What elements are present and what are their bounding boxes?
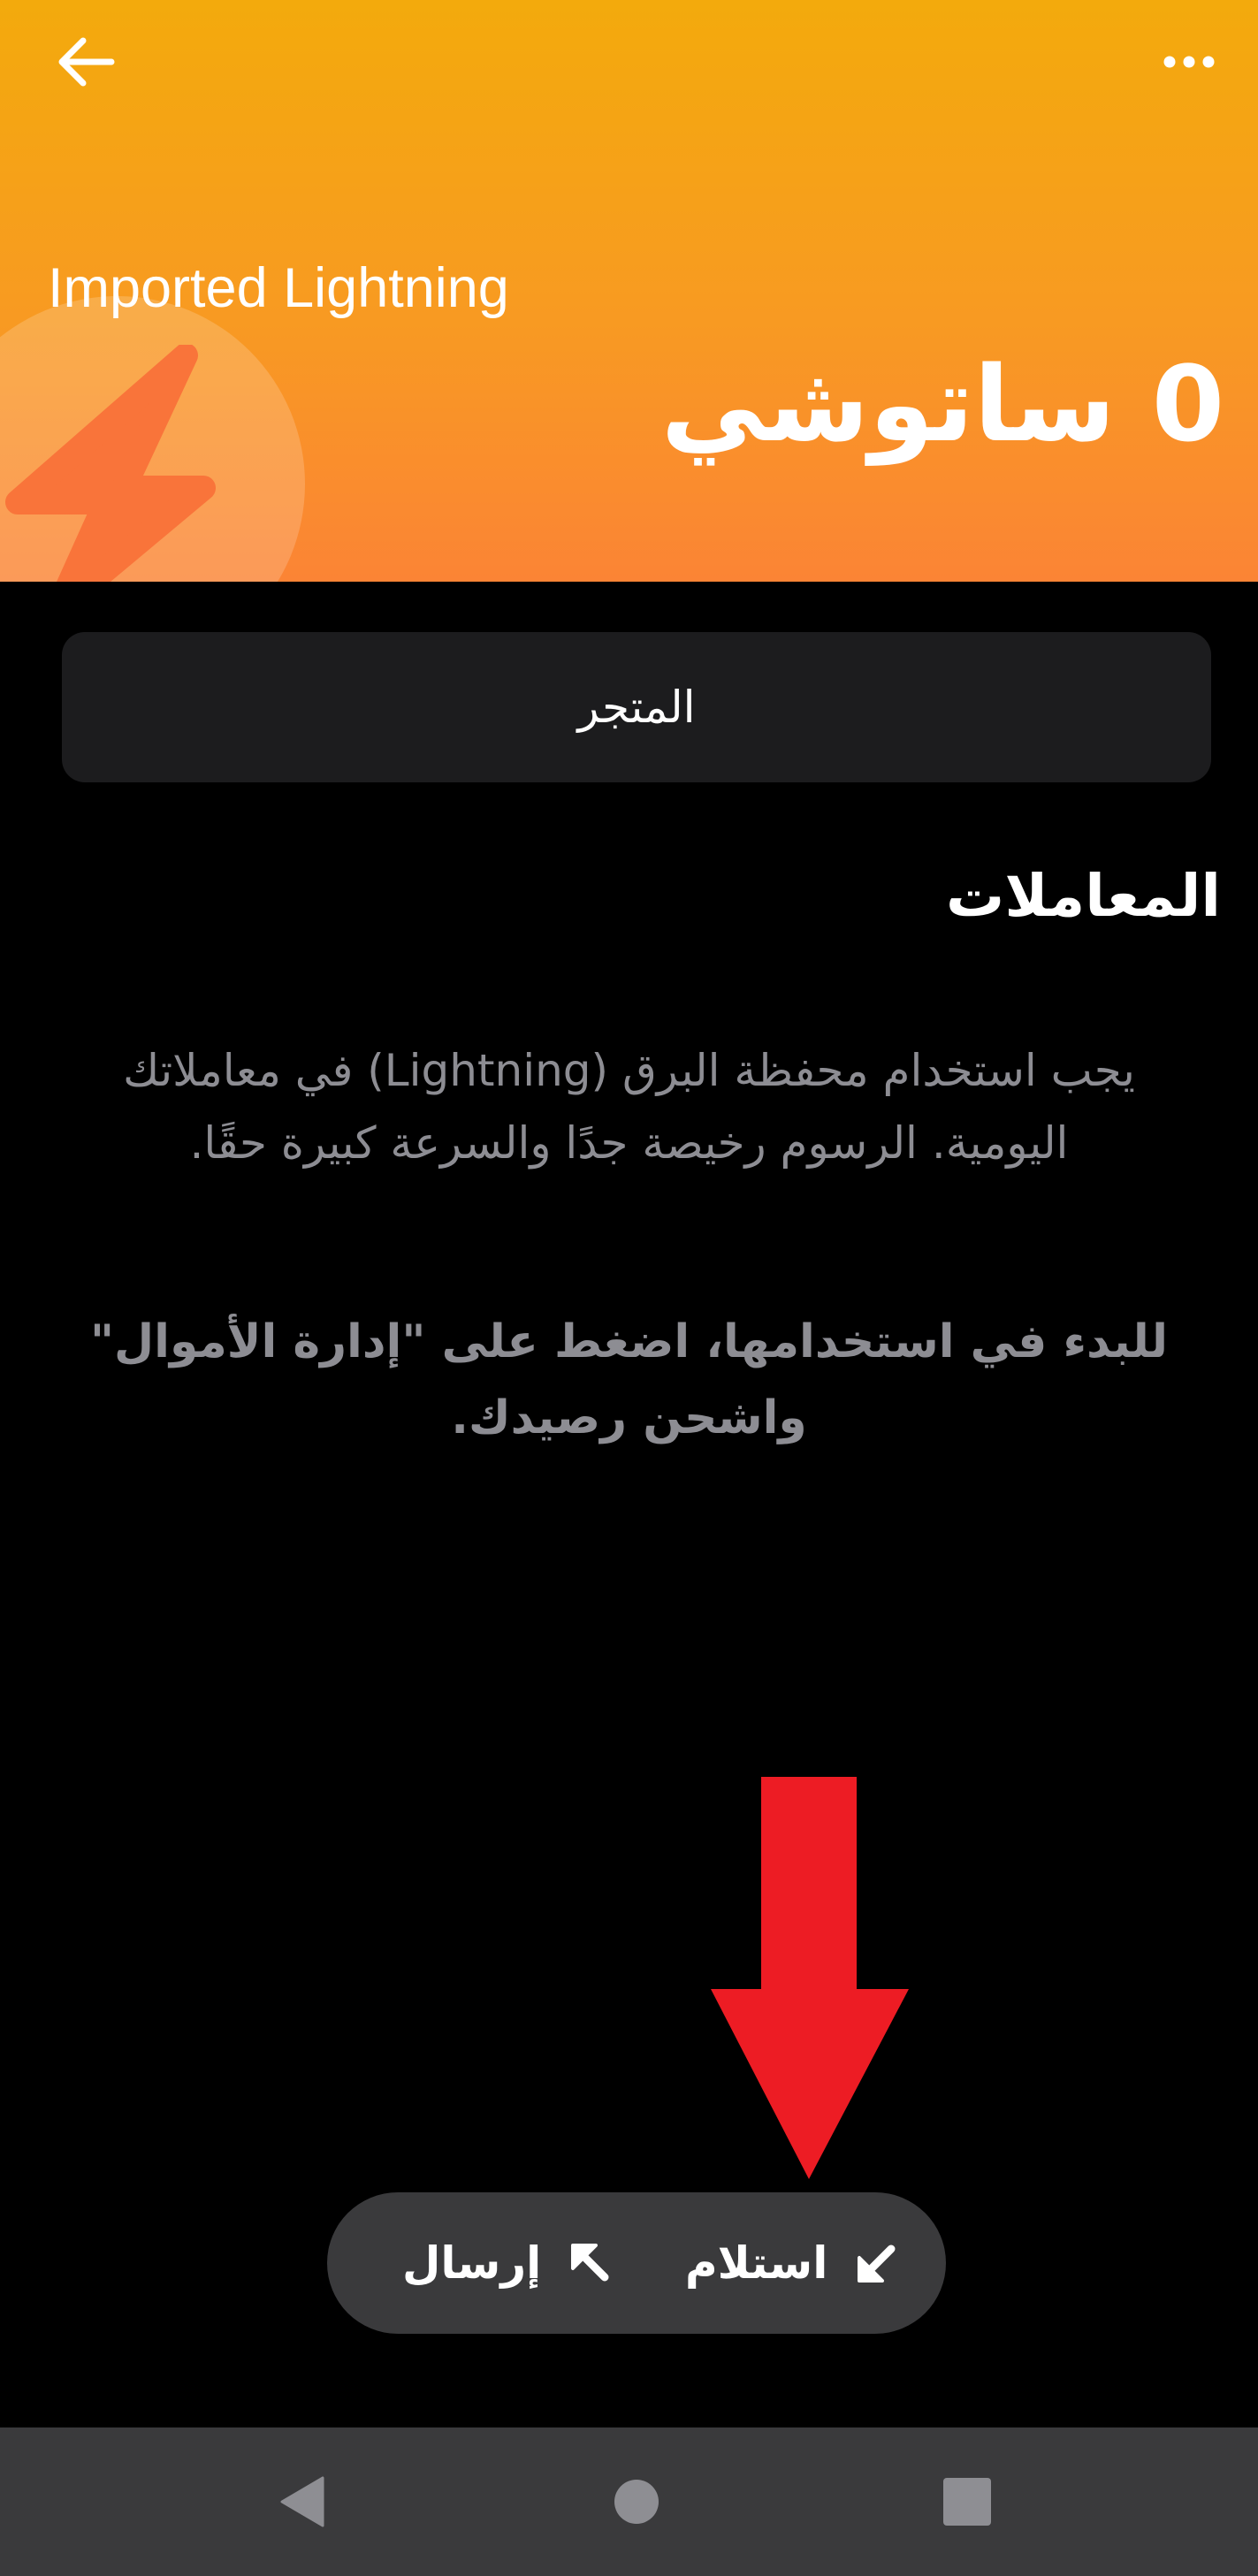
receive-label: استلام xyxy=(685,2237,828,2289)
system-home-button[interactable] xyxy=(592,2458,681,2546)
send-button[interactable]: إرسال xyxy=(402,2192,610,2334)
square-recents-icon xyxy=(943,2478,991,2526)
wallet-name: Imported Lightning xyxy=(48,257,509,319)
arrow-up-left-icon xyxy=(571,2244,609,2282)
send-receive-bar: إرسال استلام xyxy=(327,2192,946,2334)
wallet-header: Imported Lightning 0 ساتوشي xyxy=(0,0,1258,582)
more-horizontal-icon xyxy=(1163,56,1215,68)
red-down-arrow xyxy=(711,1777,909,2179)
lightning-info-text: يجب استخدام محفظة البرق (Lightning) في م… xyxy=(123,1045,1135,1169)
triangle-back-icon xyxy=(280,2476,324,2527)
start-hint-text: للبدء في استخدامها، اضغط على "إدارة الأم… xyxy=(89,1315,1169,1444)
system-navigation-bar xyxy=(0,2427,1258,2576)
send-label: إرسال xyxy=(402,2237,542,2289)
store-button[interactable]: المتجر xyxy=(62,632,1211,782)
arrow-down-left-icon xyxy=(858,2244,896,2283)
system-back-button[interactable] xyxy=(258,2458,347,2546)
lightning-bolt-icon xyxy=(5,345,216,582)
system-recents-button[interactable] xyxy=(923,2458,1011,2546)
circle-home-icon xyxy=(614,2480,659,2524)
receive-button[interactable]: استلام xyxy=(685,2192,896,2334)
more-options-button[interactable] xyxy=(1149,35,1229,88)
back-button[interactable] xyxy=(51,27,122,97)
wallet-balance: 0 ساتوشي xyxy=(660,343,1224,465)
arrow-left-icon xyxy=(58,37,115,87)
store-button-label: المتجر xyxy=(577,682,696,733)
transactions-title: المعاملات xyxy=(946,862,1221,930)
